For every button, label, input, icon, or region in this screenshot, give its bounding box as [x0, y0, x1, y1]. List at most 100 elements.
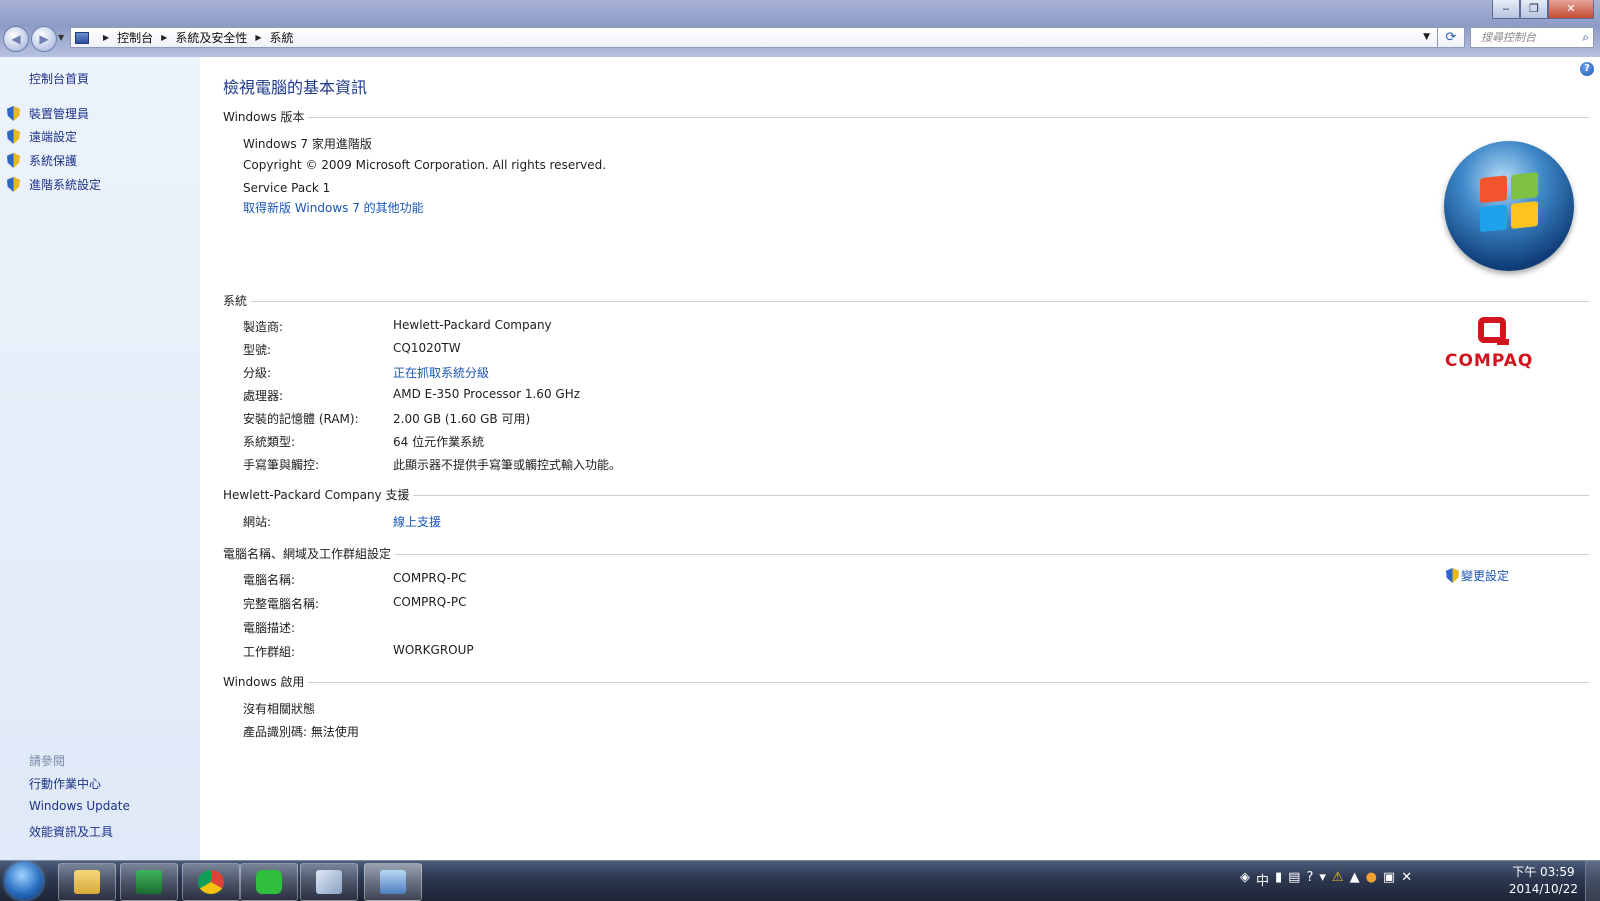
manufacturer-value: Hewlett-Packard Company [393, 318, 552, 332]
show-desktop-button[interactable] [1585, 861, 1600, 901]
system-clock[interactable]: 下午 03:59 2014/10/22 [1509, 864, 1578, 898]
sidebar-item-remote-settings[interactable]: 遠端設定 [29, 128, 77, 145]
ime-language-indicator[interactable]: 中 [1256, 870, 1269, 889]
system-label: 製造商: [243, 320, 284, 334]
section-heading: 電腦名稱、網域及工作群組設定 [223, 546, 392, 561]
workgroup-value: WORKGROUP [393, 643, 474, 657]
section-heading: 系統 [223, 293, 248, 308]
full-computer-name-value: COMPRQ-PC [393, 595, 467, 609]
taskbar-chrome-button[interactable] [182, 863, 240, 901]
online-support-link[interactable]: 線上支援 [393, 513, 441, 530]
section-divider [413, 494, 1589, 496]
breadcrumb-separator-icon[interactable]: ▶ [161, 33, 167, 42]
help-icon[interactable]: ? [1306, 870, 1313, 889]
website-label: 網站: [243, 515, 272, 529]
system-label: 分級: [243, 366, 272, 380]
breadcrumb-separator-icon[interactable]: ▶ [103, 33, 109, 42]
restore-button[interactable]: ❐ [1520, 0, 1548, 19]
section-divider [308, 681, 1589, 683]
taskbar-app-button[interactable] [300, 863, 358, 901]
section-oem-support: Hewlett-Packard Company 支援 [223, 486, 1589, 502]
computer-description-label: 電腦描述: [243, 621, 296, 635]
show-hidden-icons-icon[interactable]: ▲ [1350, 870, 1360, 889]
line-icon [256, 870, 282, 894]
breadcrumb-system[interactable]: 系統 [270, 29, 294, 46]
sidebar-item-system-protection[interactable]: 系統保護 [29, 152, 77, 169]
full-computer-name-label: 完整電腦名稱: [243, 597, 320, 611]
change-settings-button[interactable]: 變更設定 [1446, 567, 1509, 584]
help-icon[interactable]: ? [1580, 62, 1594, 76]
system-label: 手寫筆與觸控: [243, 458, 320, 472]
computer-name-value: COMPRQ-PC [393, 571, 467, 585]
product-id: 產品識別碼: 無法使用 [243, 725, 359, 739]
service-pack-text: Service Pack 1 [243, 181, 331, 195]
sidebar-item-performance-tools[interactable]: 效能資訊及工具 [29, 823, 113, 840]
model-value: CQ1020TW [393, 341, 461, 355]
pen-touch-value: 此顯示器不提供手寫筆或觸控式輸入功能。 [393, 458, 622, 472]
ime-mode-icon[interactable]: ◈ [1240, 870, 1250, 889]
section-windows-edition: Windows 版本 [223, 108, 1589, 124]
section-activation: Windows 啟用 [223, 673, 1589, 689]
system-tray: ◈ 中 ▮ ▤ ? ▾ ⚠ ▲ ● ▣ ✕ [1240, 870, 1412, 889]
taskbar-explorer-button[interactable] [58, 863, 116, 901]
task-sidebar: 控制台首頁 裝置管理員 遠端設定 系統保護 進階系統設定 請參閱 行動作業中心 … [0, 57, 201, 860]
page-title: 檢視電腦的基本資訊 [223, 78, 368, 97]
volume-muted-icon[interactable]: ✕ [1401, 870, 1412, 889]
glass-app-icon [316, 870, 342, 894]
address-dropdown-icon[interactable]: ▼ [1423, 32, 1430, 42]
shield-icon [7, 129, 20, 144]
section-divider [308, 116, 1589, 118]
sidebar-item-action-center[interactable]: 行動作業中心 [29, 775, 101, 792]
breadcrumb-separator-icon[interactable]: ▶ [255, 33, 261, 42]
app-tray-icon[interactable]: ● [1366, 870, 1377, 889]
system-label: 型號: [243, 343, 272, 357]
change-settings-link[interactable]: 變更設定 [1461, 567, 1509, 584]
excel-icon [136, 870, 162, 894]
workgroup-label: 工作群組: [243, 645, 296, 659]
control-panel-icon [75, 31, 89, 44]
taskbar-control-panel-button[interactable] [364, 863, 422, 901]
section-divider [395, 553, 1589, 555]
breadcrumb-control-panel[interactable]: 控制台 [117, 29, 153, 46]
section-heading: Hewlett-Packard Company 支援 [223, 487, 410, 502]
search-icon[interactable]: ⌕ [1582, 28, 1589, 47]
section-system: 系統 [223, 292, 1589, 308]
warning-icon[interactable]: ⚠ [1332, 870, 1344, 889]
address-bar[interactable]: ▶ 控制台 ▶ 系統及安全性 ▶ 系統 ▼ ⟳ [70, 27, 1465, 48]
computer-name-label: 電腦名稱: [243, 573, 296, 587]
recent-pages-dropdown[interactable]: ▼ [58, 33, 64, 42]
rating-link[interactable]: 正在抓取系統分級 [393, 364, 489, 381]
back-button[interactable]: ◀ [3, 26, 29, 52]
sidebar-item-device-manager[interactable]: 裝置管理員 [29, 105, 89, 122]
forward-button[interactable]: ▶ [31, 26, 57, 52]
control-panel-icon [380, 870, 406, 894]
start-button[interactable] [5, 862, 43, 900]
shield-icon [7, 106, 20, 121]
taskbar-line-button[interactable] [240, 863, 298, 901]
network-icon[interactable]: ▣ [1383, 870, 1395, 889]
refresh-icon[interactable]: ⟳ [1437, 27, 1464, 48]
taskbar-excel-button[interactable] [120, 863, 178, 901]
sidebar-item-windows-update[interactable]: Windows Update [29, 799, 130, 813]
compaq-logo-text: COMPAQ [1445, 351, 1534, 371]
minimize-button[interactable]: ‒ [1492, 0, 1520, 19]
title-address-bar: ‒ ❐ ✕ ◀ ▶ ▼ ▶ 控制台 ▶ 系統及安全性 ▶ 系統 ▼ ⟳ 搜尋控制… [0, 0, 1600, 57]
search-placeholder: 搜尋控制台 [1481, 31, 1536, 44]
see-also-heading: 請參閱 [29, 754, 66, 768]
system-label: 安裝的記憶體 (RAM): [243, 412, 359, 426]
shield-icon [1446, 568, 1459, 583]
ime-options-icon[interactable]: ▾ [1319, 870, 1326, 889]
system-label: 處理器: [243, 389, 284, 403]
breadcrumb-system-security[interactable]: 系統及安全性 [175, 29, 247, 46]
processor-value: AMD E-350 Processor 1.60 GHz [393, 387, 581, 401]
ime-pad-icon[interactable]: ▤ [1288, 870, 1300, 889]
ime-fullwidth-icon[interactable]: ▮ [1275, 870, 1282, 889]
compaq-logo-icon [1478, 317, 1509, 345]
system-label: 系統類型: [243, 435, 296, 449]
close-button[interactable]: ✕ [1548, 0, 1594, 19]
search-input[interactable]: 搜尋控制台 ⌕ [1470, 27, 1594, 48]
upgrade-windows-link[interactable]: 取得新版 Windows 7 的其他功能 [243, 199, 424, 216]
sidebar-control-panel-home[interactable]: 控制台首頁 [29, 70, 89, 87]
sidebar-item-advanced-settings[interactable]: 進階系統設定 [29, 176, 101, 193]
shield-icon [7, 153, 20, 168]
